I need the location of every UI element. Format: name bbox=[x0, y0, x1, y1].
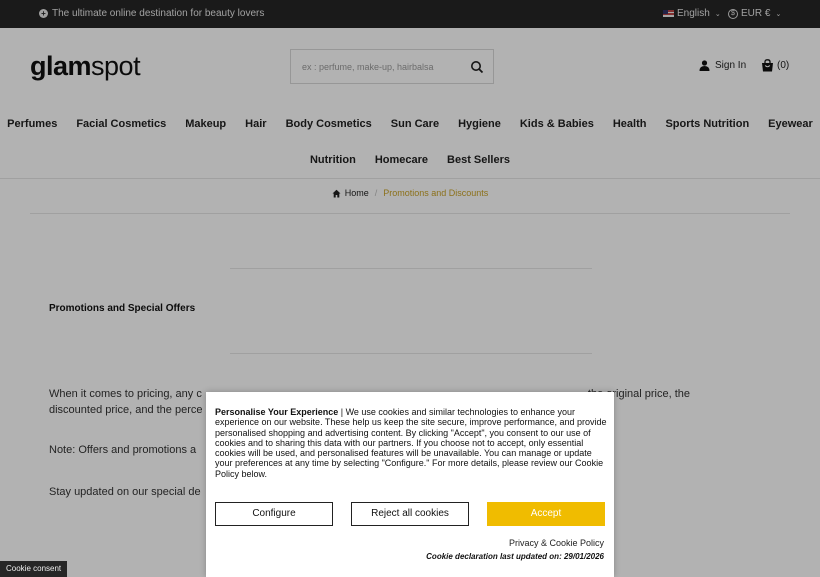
cookie-message: Personalise Your Experience | We use coo… bbox=[215, 407, 607, 479]
page: + The ultimate online destination for be… bbox=[0, 0, 820, 577]
configure-button[interactable]: Configure bbox=[215, 502, 333, 526]
accept-button[interactable]: Accept bbox=[487, 502, 605, 526]
cookie-updated-date: Cookie declaration last updated on: 29/0… bbox=[426, 552, 604, 561]
privacy-policy-link[interactable]: Privacy & Cookie Policy bbox=[509, 538, 604, 548]
cookie-heading: Personalise Your Experience bbox=[215, 407, 339, 417]
cookie-consent-dialog: Personalise Your Experience | We use coo… bbox=[206, 392, 614, 577]
reject-all-button[interactable]: Reject all cookies bbox=[351, 502, 469, 526]
cookie-consent-tab[interactable]: Cookie consent bbox=[0, 561, 68, 577]
cookie-body: | We use cookies and similar technologie… bbox=[215, 407, 607, 479]
